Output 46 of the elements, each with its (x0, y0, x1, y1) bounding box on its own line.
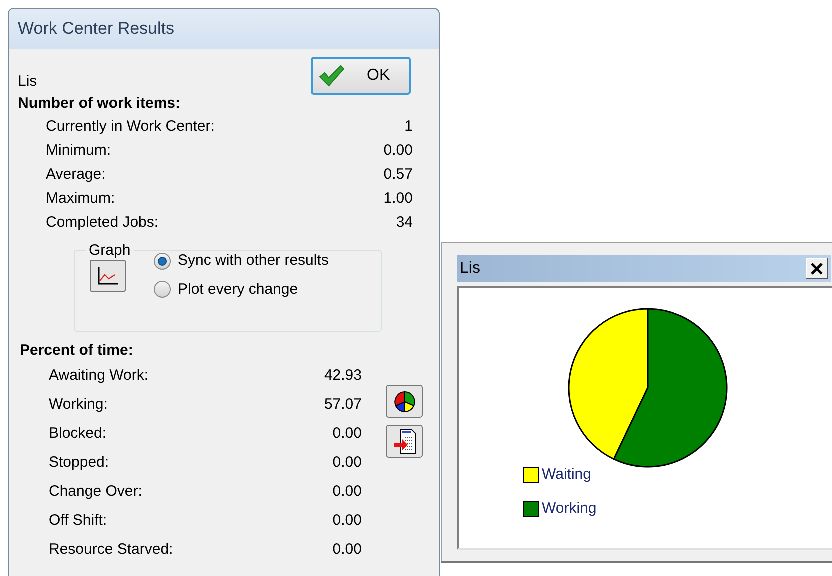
group-label: Graph (88, 240, 132, 260)
stat-value: 1.00 (384, 189, 413, 210)
stat-value: 0.00 (332, 540, 362, 560)
stat-value: 0.00 (332, 453, 362, 474)
stat-value: 0.00 (332, 424, 362, 444)
section-heading: Number of work items: (18, 94, 182, 114)
radio-option[interactable]: Sync with other results (154, 250, 329, 272)
export-document-icon (392, 428, 416, 454)
stat-label: Blocked: (49, 424, 107, 444)
stat-label: Minimum: (46, 141, 112, 162)
stat-label: Completed Jobs: (46, 213, 159, 234)
pie-chart-icon (394, 390, 416, 412)
window-title: Lis (460, 258, 480, 278)
stat-value: 42.93 (324, 366, 362, 386)
stat-label: Change Over: (49, 482, 142, 502)
section-heading: Percent of time: (20, 340, 134, 360)
close-button[interactable] (806, 258, 828, 279)
stat-label: Stopped: (49, 453, 110, 474)
close-icon (811, 262, 823, 274)
stat-label: Off Shift: (49, 511, 108, 532)
line-chart-icon (97, 266, 119, 286)
stat-label: Working: (49, 395, 108, 416)
radio-button[interactable] (154, 252, 171, 270)
radio-option[interactable]: Plot every change (154, 278, 329, 301)
stat-value: 34 (396, 213, 413, 234)
legend-label: Working (542, 498, 597, 518)
legend-label: Waiting (542, 465, 592, 485)
stat-value: 0.57 (384, 165, 413, 186)
ok-button[interactable]: OK (311, 57, 411, 95)
stat-value: 0.00 (332, 511, 362, 532)
line-chart-button[interactable] (90, 260, 126, 292)
export-button[interactable] (386, 425, 423, 458)
stat-label: Resource Starved: (49, 540, 174, 560)
pie-chart-button[interactable] (386, 385, 423, 418)
item-name: Lis (18, 72, 38, 92)
stat-label: Currently in Work Center: (46, 117, 215, 138)
stat-value: 57.07 (324, 395, 362, 416)
stat-value: 0.00 (332, 482, 362, 502)
radio-button[interactable] (154, 281, 171, 298)
window-title: Work Center Results (18, 18, 175, 40)
stat-label: Maximum: (46, 189, 116, 210)
stat-label: Awaiting Work: (49, 366, 148, 386)
checkmark-icon (319, 65, 345, 87)
stat-value: 1 (404, 117, 413, 138)
stat-value: 0.00 (384, 141, 413, 162)
stat-label: Average: (46, 165, 106, 186)
